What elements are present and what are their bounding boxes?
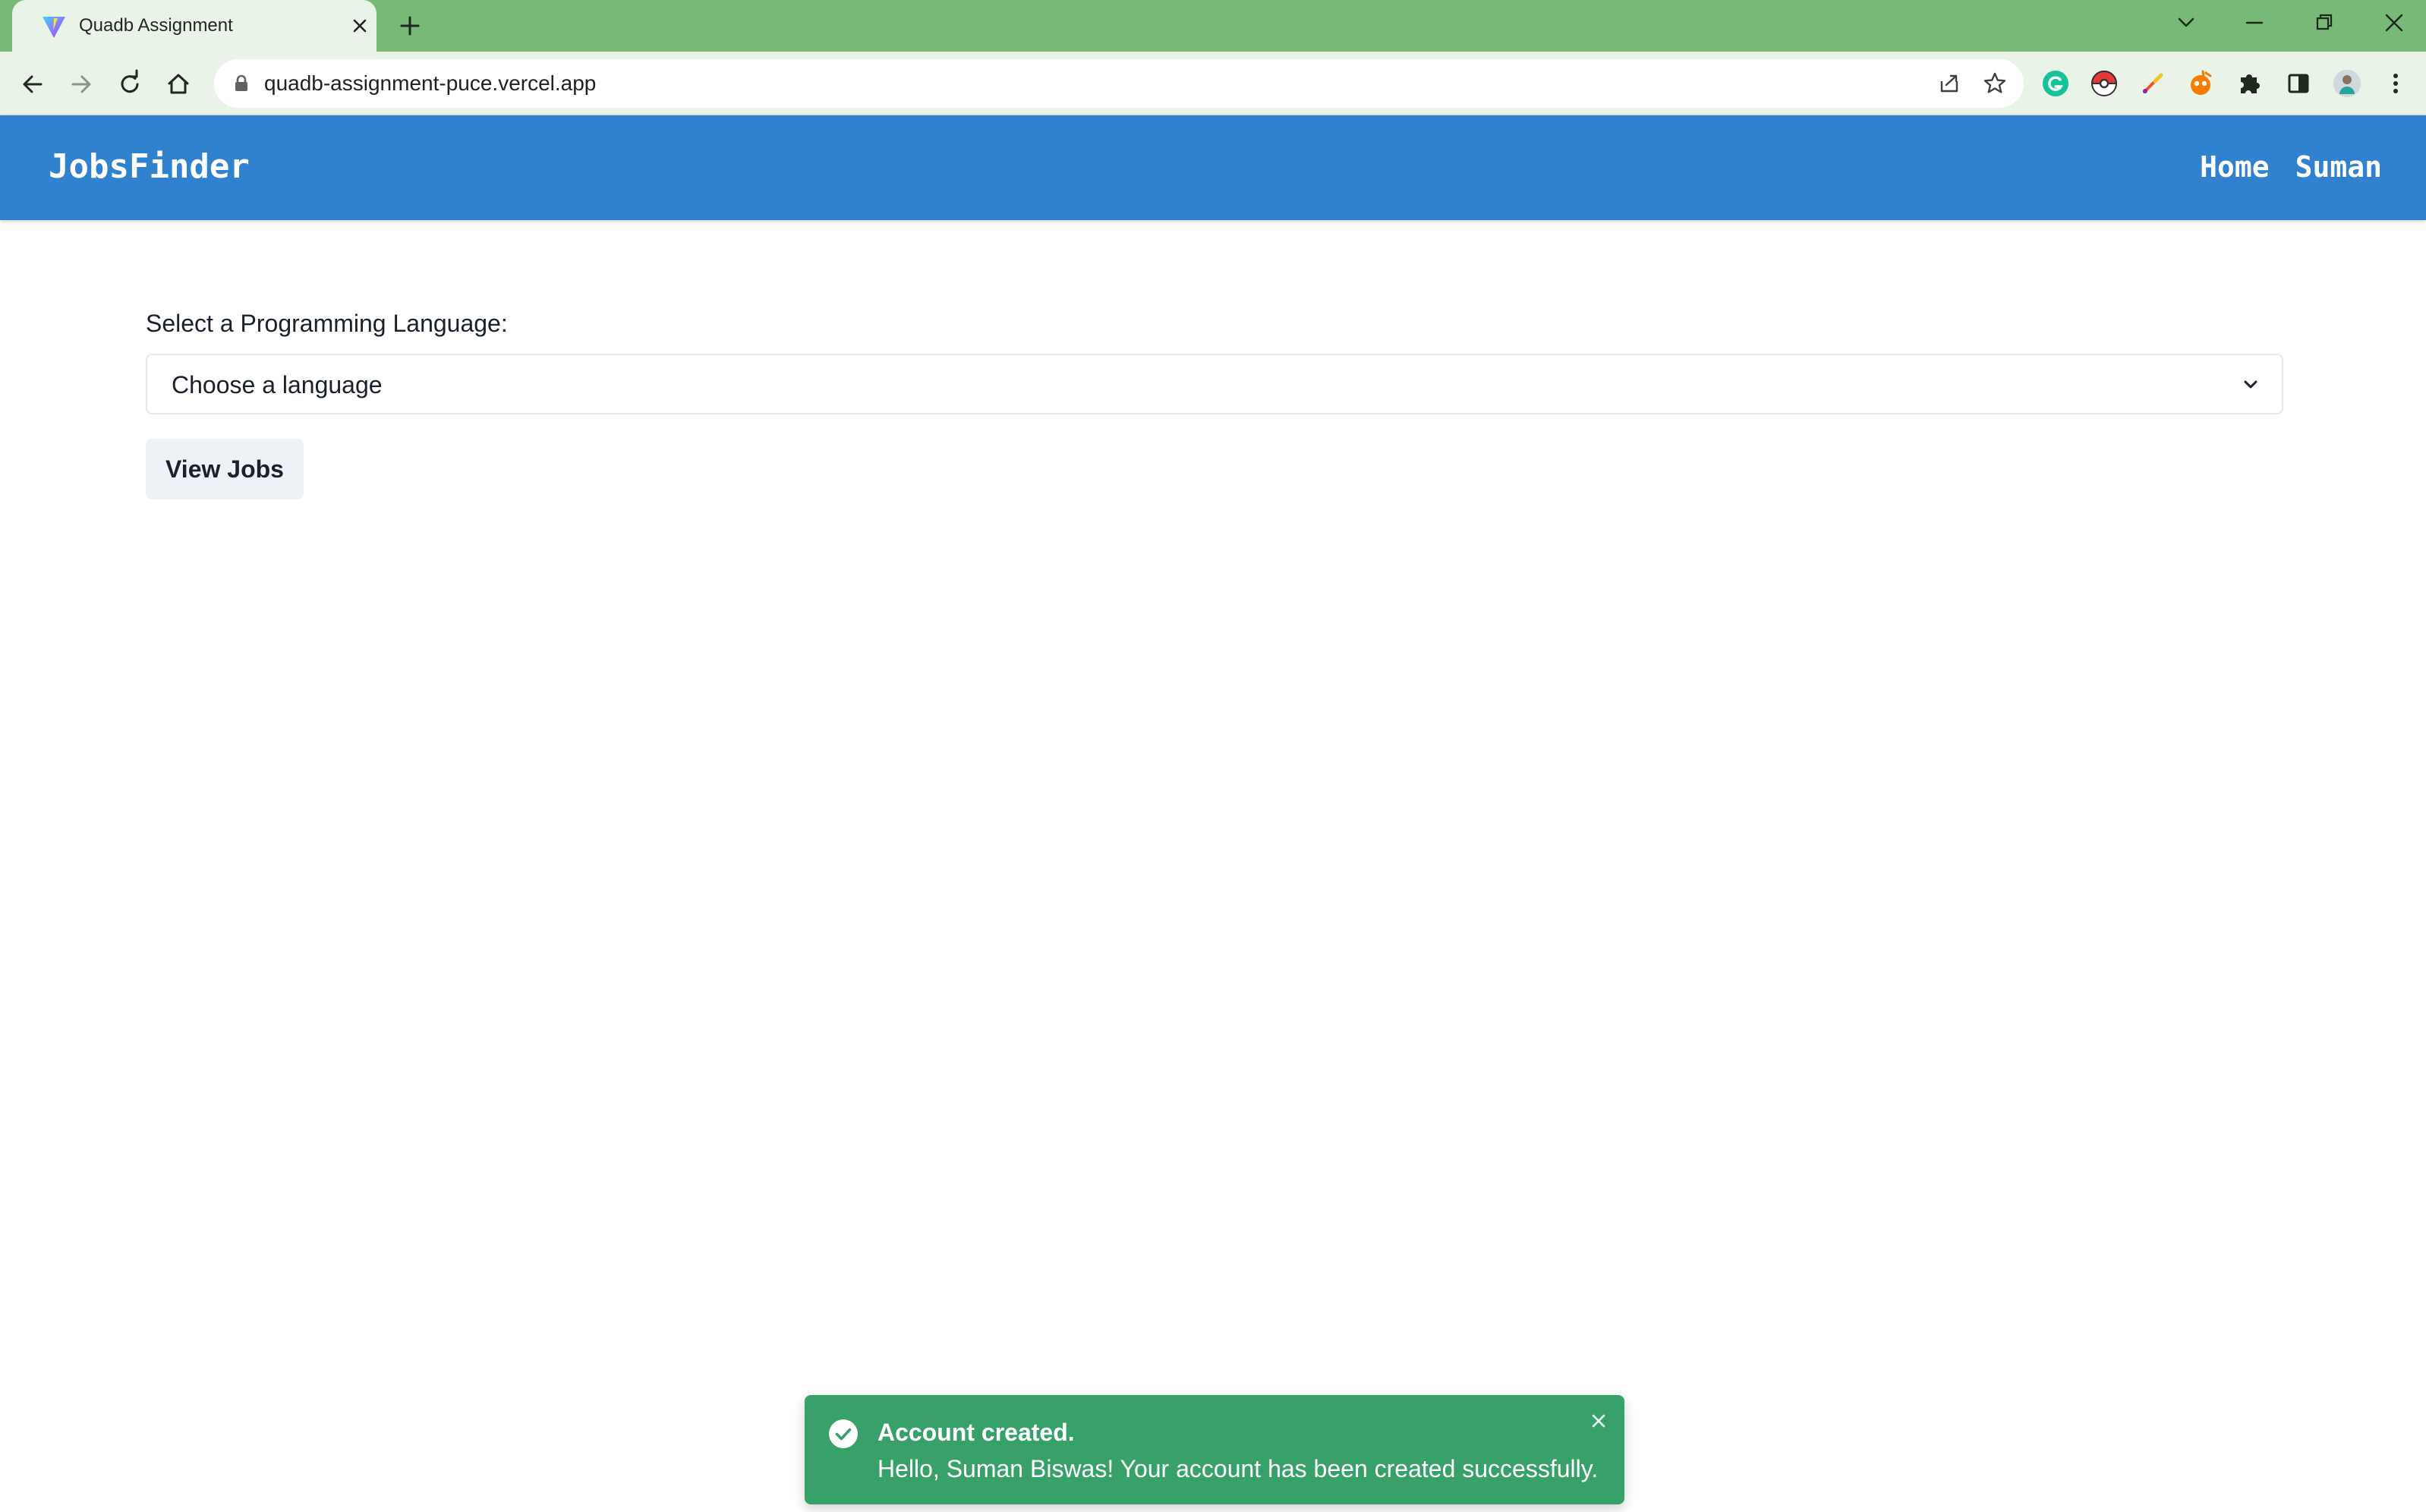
url-text[interactable]: quadb-assignment-puce.vercel.app xyxy=(264,71,596,96)
app-navbar: JobsFinder Home Suman xyxy=(0,115,2426,220)
nav-link-user[interactable]: Suman xyxy=(2295,147,2382,187)
browser-tab-strip: Quadb Assignment xyxy=(0,0,2426,52)
reload-icon[interactable] xyxy=(112,67,147,102)
browser-tab[interactable]: Quadb Assignment xyxy=(12,0,377,52)
nav-link-home[interactable]: Home xyxy=(2200,147,2270,187)
nav-links: Home Suman xyxy=(2200,147,2382,187)
star-icon[interactable] xyxy=(1981,70,2009,97)
pokeball-extension-icon[interactable] xyxy=(2087,67,2121,100)
arrow-right-icon[interactable] xyxy=(64,67,99,102)
kebab-menu-icon[interactable] xyxy=(2379,67,2412,100)
select-value: Choose a language xyxy=(172,371,383,398)
window-close-icon[interactable] xyxy=(2376,6,2412,39)
view-jobs-button[interactable]: View Jobs xyxy=(146,439,304,499)
close-icon[interactable] xyxy=(1586,1409,1611,1433)
language-select-label: Select a Programming Language: xyxy=(146,310,508,337)
tab-search-icon[interactable] xyxy=(2168,6,2204,39)
minimize-icon[interactable] xyxy=(2236,6,2273,39)
close-icon[interactable] xyxy=(348,14,372,38)
color-picker-extension-icon[interactable] xyxy=(2136,67,2169,100)
grammarly-extension-icon[interactable] xyxy=(2039,67,2072,100)
profile-avatar[interactable] xyxy=(2330,67,2364,100)
address-bar[interactable]: quadb-assignment-puce.vercel.app xyxy=(214,59,2024,108)
side-panel-icon[interactable] xyxy=(2282,67,2315,100)
brand-logo[interactable]: JobsFinder xyxy=(49,147,250,187)
restore-icon[interactable] xyxy=(2306,6,2343,39)
language-select[interactable]: Choose a language xyxy=(146,354,2283,414)
chevron-down-icon xyxy=(2244,380,2257,389)
toast-description: Hello, Suman Biswas! Your account has be… xyxy=(877,1455,1599,1482)
toast-title: Account created. xyxy=(877,1419,1075,1446)
share-icon[interactable] xyxy=(1936,70,1963,97)
orange-extension-icon[interactable] xyxy=(2185,67,2218,100)
check-circle-icon xyxy=(829,1419,858,1448)
vite-logo-icon xyxy=(43,17,65,38)
lock-icon[interactable] xyxy=(231,73,252,94)
success-toast: Account created. Hello, Suman Biswas! Yo… xyxy=(805,1395,1624,1504)
home-icon[interactable] xyxy=(161,67,196,102)
arrow-left-icon[interactable] xyxy=(15,67,50,102)
puzzle-icon[interactable] xyxy=(2233,67,2267,100)
browser-toolbar: quadb-assignment-puce.vercel.app xyxy=(0,52,2426,115)
tab-title: Quadb Assignment xyxy=(79,15,233,36)
plus-icon[interactable] xyxy=(395,11,425,41)
